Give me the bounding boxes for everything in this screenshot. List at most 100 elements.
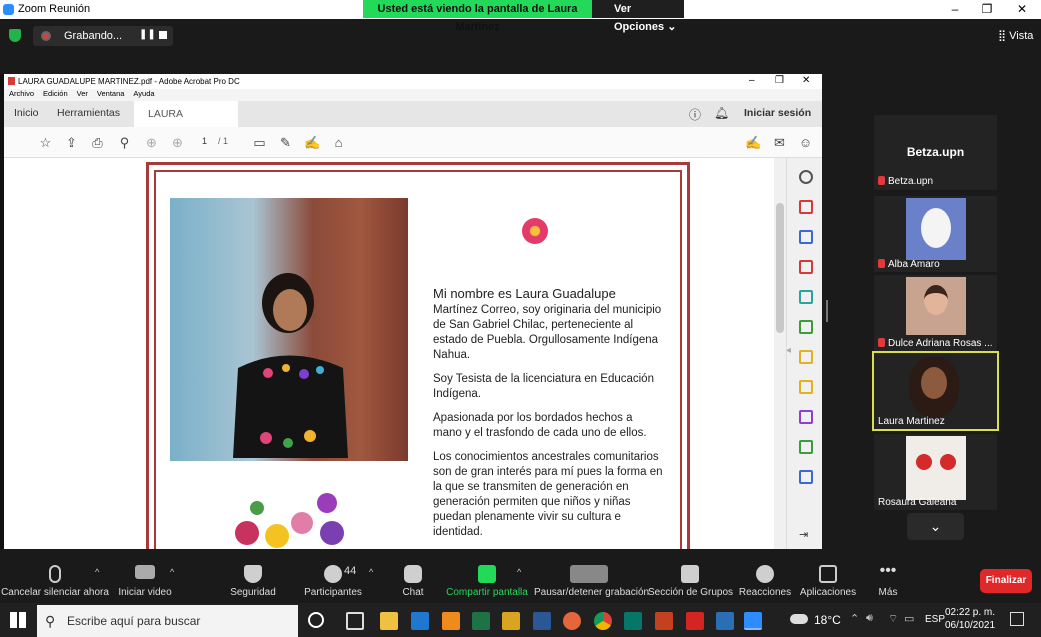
print-icon[interactable]: ⎙ [90,135,105,150]
battery-icon[interactable]: ▭ [904,612,914,625]
fill-sign-icon[interactable]: ✍ [745,135,761,150]
close-icon[interactable]: ✕ [1005,0,1039,19]
help-icon[interactable]: ⓘ [689,106,701,123]
chevron-up-icon[interactable]: ^ [95,567,99,577]
windows-start-icon[interactable] [10,612,26,628]
acrobat-restore-icon[interactable]: ❐ [775,75,784,86]
panel-resize-handle[interactable] [826,300,828,322]
contacts-icon[interactable] [502,612,520,630]
view-button[interactable]: ⣿ Vista [998,29,1033,42]
restore-icon[interactable]: ❐ [970,0,1004,19]
comment-pane-icon[interactable] [799,380,813,394]
acrobat-minimize-icon[interactable]: – [749,75,755,86]
menu-ayuda[interactable]: Ayuda [133,89,154,98]
page-up-icon[interactable]: ⊕ [144,135,159,150]
mail-app-icon[interactable] [411,612,429,630]
taskbar-clock[interactable]: 02:22 p. m. 06/10/2021 [940,606,1000,632]
tray-chevron-icon[interactable]: ⌃ [850,612,859,625]
chat-button[interactable]: Chat [385,553,441,603]
participants-scroll-down[interactable]: ⌄ [907,513,964,540]
taskbar-search[interactable]: ⚲ Escribe aquí para buscar [37,605,298,637]
breakout-rooms-button[interactable]: Sección de Grupos [648,553,733,603]
scan-icon[interactable] [799,320,813,334]
participant-tile-laura-active[interactable]: Laura Martinez [872,351,999,431]
stamp-icon[interactable]: ⌂ [331,135,346,150]
page-number[interactable]: 1 [202,136,207,146]
organize-pages-icon[interactable] [799,260,813,274]
start-video-button[interactable]: Iniciar video [112,553,178,603]
unmute-button[interactable]: Cancelar silenciar ahora [0,553,110,603]
sign-icon[interactable]: ✍ [304,135,320,150]
stop-recording-icon[interactable] [159,31,167,39]
apps-icon [819,565,837,583]
zoom-icon[interactable] [799,170,813,184]
protect-icon[interactable] [799,470,813,484]
menu-edicion[interactable]: Edición [43,89,68,98]
scrollbar-thumb[interactable] [776,203,784,333]
zoom-taskbar-icon[interactable] [744,612,762,630]
page-down-icon[interactable]: ⊕ [170,135,185,150]
share-screen-button[interactable]: Compartir pantalla [445,553,529,603]
chevron-up-icon[interactable]: ^ [170,567,174,577]
security-shield-icon[interactable] [9,29,21,42]
menu-archivo[interactable]: Archivo [9,89,34,98]
bell-icon[interactable]: 🔔︎ [714,106,729,120]
vlc-icon[interactable] [442,612,460,630]
upload-icon[interactable]: ⇪ [64,135,79,150]
collapse-arrow-icon[interactable]: ◂ [786,345,791,356]
export-pdf-icon[interactable] [799,200,813,214]
powerpoint-icon[interactable] [655,612,673,630]
notifications-icon[interactable] [1010,612,1024,626]
reactions-button[interactable]: Reacciones [735,553,795,603]
tab-herramientas[interactable]: Herramientas [57,107,120,119]
acrobat-icon[interactable] [686,612,704,630]
document-scrollbar[interactable] [774,158,786,549]
mail-icon[interactable]: ✉ [772,135,787,150]
weather-cloud-icon[interactable] [790,614,808,624]
view-options-button[interactable]: Ver Opciones ⌄ [592,0,684,33]
share-user-icon[interactable]: ☺ [798,135,813,150]
pen-icon[interactable]: ✎ [278,135,293,150]
menu-ventana[interactable]: Ventana [97,89,125,98]
word-icon[interactable] [533,612,551,630]
publisher-icon[interactable] [624,612,642,630]
chrome-icon[interactable] [594,612,612,630]
cortana-icon[interactable] [308,612,324,628]
create-pdf-icon[interactable] [799,230,813,244]
apps-button[interactable]: Aplicaciones [797,553,859,603]
participant-tile-alba[interactable]: Alba Amaro [874,196,997,272]
tab-document[interactable]: LAURA GUADALUP... ✕ [134,101,238,146]
wifi-icon[interactable]: ⌔ [888,612,898,626]
comment-icon[interactable]: ▭ [252,135,267,150]
menu-ver[interactable]: Ver [77,89,88,98]
firefox-icon[interactable] [563,612,581,630]
acrobat-close-icon[interactable]: ✕ [802,75,810,86]
star-icon[interactable]: ☆ [38,135,53,150]
chevron-up-icon[interactable]: ^ [369,567,373,577]
end-meeting-button[interactable]: Finalizar [980,569,1032,593]
security-button[interactable]: Seguridad [220,553,286,603]
participants-button[interactable]: Participantes 44 [300,553,366,603]
chevron-up-icon[interactable]: ^ [517,567,521,577]
photos-icon[interactable] [716,612,734,630]
participant-tile-rosaura[interactable]: Rosaura Galeana [874,434,997,510]
volume-icon[interactable]: 🔊︎ [866,612,873,625]
combine-icon[interactable] [799,350,813,364]
pause-recording-button[interactable]: Pausar/detener grabación [534,553,649,603]
excel-icon[interactable] [472,612,490,630]
fill-sign-pane-icon[interactable] [799,410,813,424]
edit-pdf-icon[interactable] [799,290,813,304]
tab-inicio[interactable]: Inicio [14,107,39,119]
task-view-icon[interactable] [346,612,364,630]
collapse-pane-icon[interactable]: ⇥ [799,528,808,541]
sign-in-link[interactable]: Iniciar sesión [744,107,811,119]
temperature[interactable]: 18°C [814,613,841,627]
print-production-icon[interactable] [799,440,813,454]
participant-tile-dulce[interactable]: Dulce Adriana Rosas ... [874,275,997,351]
file-explorer-icon[interactable] [380,612,398,630]
more-button[interactable]: ••• Más [864,553,912,603]
minimize-icon[interactable]: – [938,0,972,19]
pause-recording-icon[interactable]: ❚❚ [139,29,156,40]
participant-tile-betza-top[interactable]: Betza.upn Betza.upn [874,115,997,190]
zoom-search-icon[interactable]: ⚲ [117,135,132,150]
